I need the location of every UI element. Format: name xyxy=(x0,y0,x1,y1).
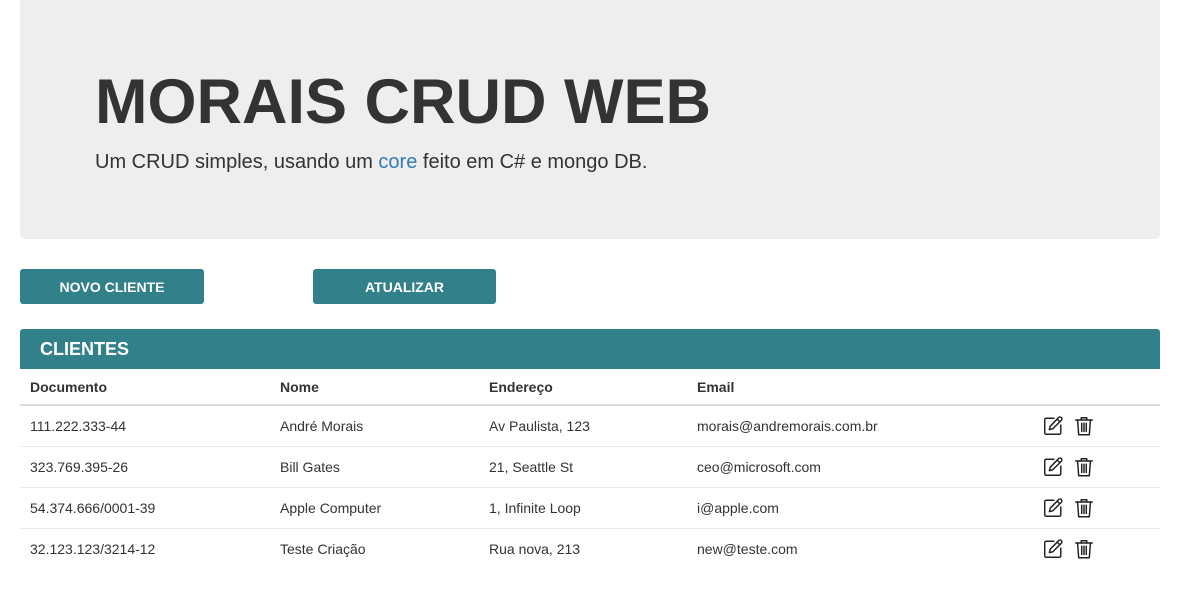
core-link[interactable]: core xyxy=(378,151,417,173)
trash-icon[interactable] xyxy=(1073,538,1095,560)
edit-icon[interactable] xyxy=(1042,456,1064,478)
edit-icon[interactable] xyxy=(1042,538,1064,560)
cell-endereco: Av Paulista, 123 xyxy=(489,418,590,434)
cell-documento: 54.374.666/0001-39 xyxy=(20,487,270,529)
cell-endereco: Rua nova, 213 xyxy=(479,528,687,569)
table-row: 32.123.123/3214-12 Teste Criação Rua nov… xyxy=(20,528,1160,569)
cell-endereco: 1, Infinite Loop xyxy=(479,487,687,529)
page-title: MORAIS CRUD WEB xyxy=(95,67,711,137)
cell-email: ceo@microsoft.com xyxy=(687,446,1032,488)
cell-nome: Apple Computer xyxy=(270,487,479,529)
column-header-documento: Documento xyxy=(20,369,270,406)
column-header-endereco: Endereço xyxy=(479,369,687,406)
new-client-button[interactable]: NOVO CLIENTE xyxy=(20,269,204,304)
page-subtitle: Um CRUD simples, usando um core feito em… xyxy=(95,148,647,176)
edit-icon[interactable] xyxy=(1042,497,1064,519)
clients-table: Documento Nome Endereço Email 111.222.33… xyxy=(20,369,1160,569)
trash-icon[interactable] xyxy=(1073,456,1095,478)
cell-actions xyxy=(1032,405,1160,447)
table-row: 323.769.395-26 Bill Gates 21, Seattle St… xyxy=(20,446,1160,488)
cell-nome: Teste Criação xyxy=(270,528,479,569)
column-header-actions xyxy=(1032,369,1160,406)
subtitle-text-before: Um CRUD simples, usando um xyxy=(95,151,379,173)
column-header-email: Email xyxy=(687,369,1032,406)
cell-endereco: 21, Seattle St xyxy=(479,446,687,488)
cell-nome: Bill Gates xyxy=(270,446,479,488)
clients-panel-title: CLIENTES xyxy=(40,339,130,359)
cell-email: new@teste.com xyxy=(687,528,1032,569)
refresh-button[interactable]: ATUALIZAR xyxy=(313,269,496,304)
cell-nome: André Morais xyxy=(280,418,364,434)
table-header-row: Documento Nome Endereço Email xyxy=(20,369,1160,406)
cell-actions xyxy=(1032,487,1160,529)
clients-panel-heading: CLIENTES xyxy=(20,329,1160,369)
edit-icon[interactable] xyxy=(1042,415,1064,437)
cell-documento: 32.123.123/3214-12 xyxy=(20,528,270,569)
cell-documento: 323.769.395-26 xyxy=(20,446,270,488)
column-header-nome: Nome xyxy=(270,369,479,406)
subtitle-text-after: feito em C# e mongo DB. xyxy=(417,151,648,173)
trash-icon[interactable] xyxy=(1073,415,1095,437)
jumbotron: MORAIS CRUD WEB Um CRUD simples, usando … xyxy=(20,0,1160,239)
trash-icon[interactable] xyxy=(1073,497,1095,519)
cell-email: i@apple.com xyxy=(687,487,1032,529)
cell-email: morais@andremorais.com.br xyxy=(697,418,878,434)
cell-documento: 111.222.333-44 xyxy=(30,418,127,434)
table-row: 111.222.333-44 André Morais Av Paulista,… xyxy=(20,405,1160,447)
cell-actions xyxy=(1032,446,1160,488)
table-row: 54.374.666/0001-39 Apple Computer 1, Inf… xyxy=(20,487,1160,529)
cell-actions xyxy=(1032,528,1160,569)
